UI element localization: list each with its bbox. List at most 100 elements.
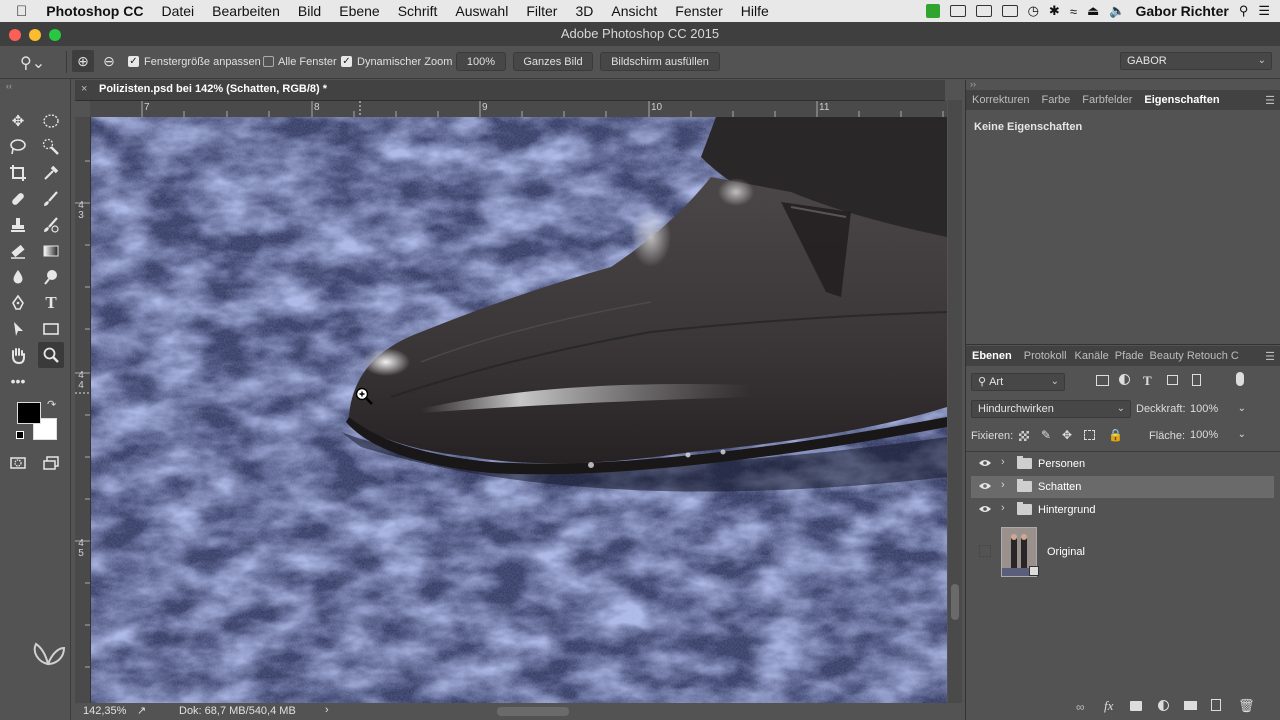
time-machine-icon[interactable]: ◷	[1028, 3, 1039, 19]
layer-row-original[interactable]: Original	[971, 524, 1274, 582]
menu-schrift[interactable]: Schrift	[389, 3, 447, 19]
workspace-select[interactable]: GABOR ⌄	[1120, 52, 1272, 70]
filter-type-icon[interactable]: T	[1143, 373, 1152, 389]
menu-ansicht[interactable]: Ansicht	[602, 3, 666, 19]
healing-brush-tool-icon[interactable]	[7, 188, 29, 210]
fill-input[interactable]: 100% ⌄	[1190, 426, 1246, 444]
add-mask-icon[interactable]	[1130, 701, 1142, 711]
menu-datei[interactable]: Datei	[152, 3, 203, 19]
swap-colors-icon[interactable]: ↷	[47, 398, 56, 411]
filter-shape-icon[interactable]	[1167, 375, 1178, 385]
layer-row-personen[interactable]: › Personen	[971, 453, 1274, 475]
menu-ebene[interactable]: Ebene	[330, 3, 388, 19]
hand-tool-icon[interactable]	[7, 344, 29, 366]
link-layers-icon[interactable]: ∞	[1076, 700, 1085, 714]
wifi-icon[interactable]: ≈	[1070, 4, 1077, 19]
share-icon[interactable]: ↗	[137, 704, 146, 717]
tab-ebenen[interactable]: Ebenen	[966, 350, 1018, 362]
panel-menu-icon[interactable]: ☰	[1259, 94, 1280, 107]
scrubby-zoom-checkbox[interactable]: ✓	[341, 55, 352, 67]
filter-smart-object-icon[interactable]	[1192, 374, 1201, 386]
bluetooth-icon[interactable]: ✱	[1049, 3, 1060, 19]
path-selection-tool-icon[interactable]	[7, 318, 29, 340]
lock-all-icon[interactable]: 🔒	[1108, 428, 1123, 442]
notification-center-icon[interactable]: ☰	[1258, 3, 1270, 19]
screen-mode-icon[interactable]	[40, 452, 62, 474]
zoom-100-button[interactable]: 100%	[456, 52, 506, 71]
lock-transparency-icon[interactable]	[1019, 431, 1029, 441]
default-colors-icon[interactable]	[16, 431, 24, 439]
more-tools-icon[interactable]: •••	[7, 370, 29, 392]
document-tab[interactable]: × Polizisten.psd bei 142% (Schatten, RGB…	[75, 80, 945, 101]
expand-group-icon[interactable]: ›	[1001, 456, 1005, 468]
zoom-tool-preset-icon[interactable]: ⚲⌄	[20, 53, 45, 73]
visibility-toggle-off[interactable]	[979, 545, 991, 557]
tab-eigenschaften[interactable]: Eigenschaften	[1138, 94, 1225, 106]
visibility-eye-icon[interactable]	[979, 482, 991, 490]
move-tool-icon[interactable]: ✥	[7, 110, 29, 132]
zoom-level[interactable]: 142,35%	[83, 705, 126, 717]
expand-group-icon[interactable]: ›	[1001, 479, 1005, 491]
collapse-dock-icon[interactable]: ››	[970, 79, 976, 89]
lock-pixels-icon[interactable]: ✎	[1041, 428, 1051, 442]
menu-filter[interactable]: Filter	[517, 3, 566, 19]
eyedropper-tool-icon[interactable]	[40, 162, 62, 184]
menu-hilfe[interactable]: Hilfe	[732, 3, 778, 19]
resize-windows-checkbox[interactable]: ✓	[128, 55, 139, 67]
pen-tool-icon[interactable]	[7, 292, 29, 314]
layer-row-hintergrund[interactable]: › Hintergrund	[971, 499, 1274, 521]
app-menu[interactable]: Photoshop CC	[37, 3, 152, 19]
tab-farbfelder[interactable]: Farbfelder	[1076, 94, 1138, 106]
crop-tool-icon[interactable]	[7, 162, 29, 184]
layer-filter-kind-select[interactable]: ⚲ Art ⌄	[971, 373, 1065, 391]
user-name[interactable]: Gabor Richter	[1135, 3, 1228, 19]
horizontal-ruler[interactable]: 7 8 9 10 11	[90, 101, 947, 118]
vertical-ruler[interactable]: 4 3 4 4 4 5	[75, 117, 91, 703]
rectangle-tool-icon[interactable]	[40, 318, 62, 340]
battery-icon[interactable]	[1001, 5, 1018, 17]
scroll-thumb[interactable]	[951, 584, 959, 620]
spotlight-icon[interactable]: ⚲	[1239, 3, 1249, 19]
all-windows-checkbox[interactable]	[263, 55, 274, 67]
status-menu-icon[interactable]: ›	[325, 704, 329, 716]
quick-mask-icon[interactable]	[7, 452, 29, 474]
visibility-eye-icon[interactable]	[979, 459, 991, 467]
tab-korrekturen[interactable]: Korrekturen	[966, 94, 1035, 106]
blur-tool-icon[interactable]	[7, 266, 29, 288]
opacity-input[interactable]: 100% ⌄	[1190, 400, 1246, 418]
zoom-in-icon[interactable]: ⊕	[72, 50, 94, 72]
filter-pixel-icon[interactable]	[1096, 375, 1109, 386]
collapse-panel-icon[interactable]: ‹‹	[6, 81, 12, 91]
lasso-tool-icon[interactable]	[7, 136, 29, 158]
blend-mode-select[interactable]: Hindurchwirken ⌄	[971, 400, 1131, 418]
filter-adjustment-icon[interactable]	[1119, 374, 1130, 385]
menu-bild[interactable]: Bild	[289, 3, 330, 19]
visibility-eye-icon[interactable]	[979, 505, 991, 513]
menu-bearbeiten[interactable]: Bearbeiten	[203, 3, 289, 19]
lock-artboard-icon[interactable]	[1084, 430, 1095, 440]
type-tool-icon[interactable]: T	[40, 292, 62, 314]
menu-3d[interactable]: 3D	[566, 3, 602, 19]
layer-row-schatten[interactable]: › Schatten	[971, 476, 1274, 498]
display-icon[interactable]	[975, 5, 992, 17]
document-canvas[interactable]	[91, 117, 947, 703]
new-layer-icon[interactable]	[1211, 699, 1221, 711]
tab-farbe[interactable]: Farbe	[1035, 94, 1076, 106]
activity-icon[interactable]	[925, 4, 940, 18]
close-window-button[interactable]	[9, 29, 21, 41]
quick-selection-tool-icon[interactable]	[40, 136, 62, 158]
fit-screen-button[interactable]: Ganzes Bild	[513, 52, 593, 71]
menu-fenster[interactable]: Fenster	[666, 3, 731, 19]
expand-group-icon[interactable]: ›	[1001, 502, 1005, 514]
clone-stamp-tool-icon[interactable]	[7, 214, 29, 236]
tab-pfade[interactable]: Pfade	[1111, 350, 1148, 362]
filter-toggle-switch[interactable]	[1236, 372, 1244, 386]
delete-layer-icon[interactable]: 🗑	[1238, 698, 1255, 714]
zoom-window-button[interactable]	[49, 29, 61, 41]
tab-kanaele[interactable]: Kanäle	[1073, 350, 1111, 362]
marquee-tool-icon[interactable]	[40, 110, 62, 132]
apple-menu-icon[interactable]: 	[0, 3, 37, 20]
tab-protokoll[interactable]: Protokoll	[1018, 350, 1073, 362]
fill-screen-button[interactable]: Bildschirm ausfüllen	[600, 52, 720, 71]
canvas-vertical-scrollbar[interactable]	[948, 100, 962, 703]
